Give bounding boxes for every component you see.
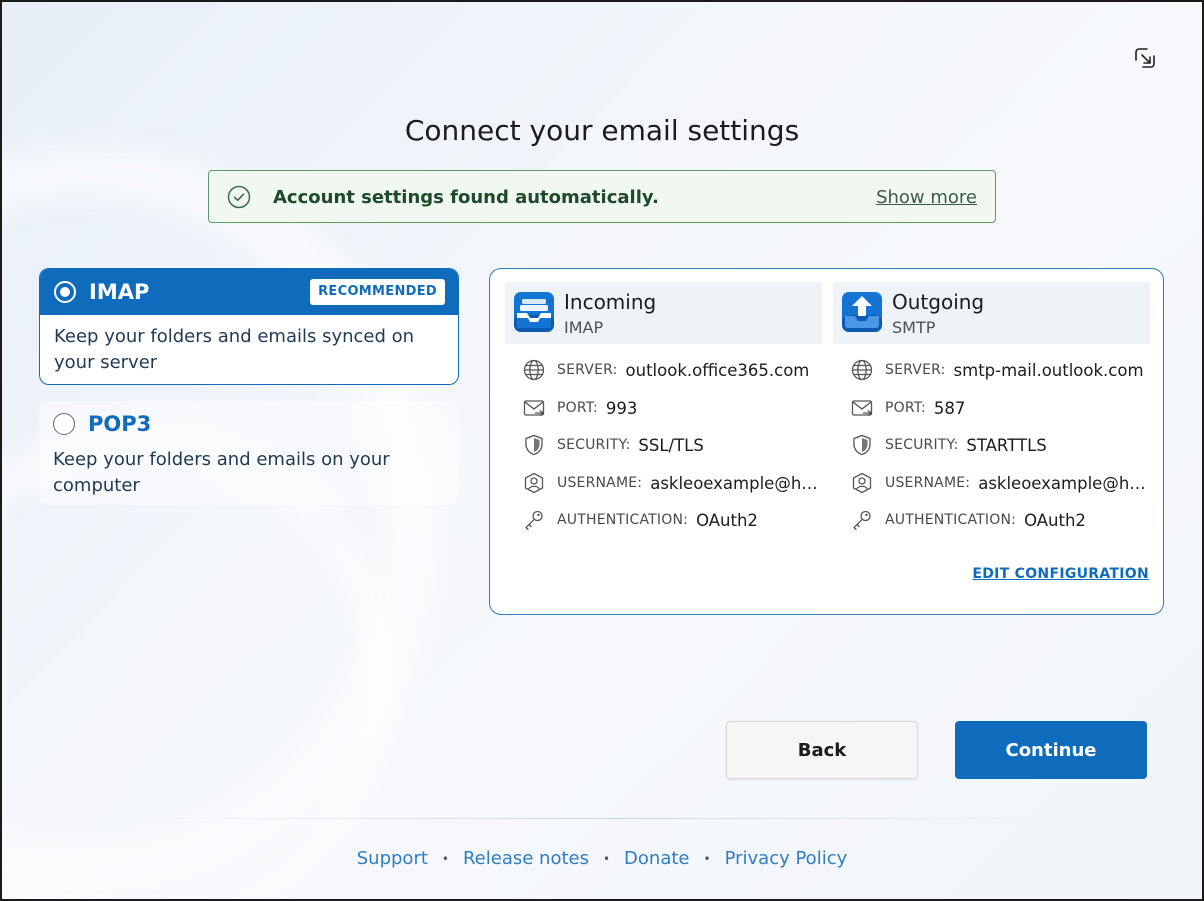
incoming-security-value: SSL/TLS — [638, 435, 704, 455]
imap-option-header: IMAP RECOMMENDED — [40, 269, 458, 315]
key-icon — [525, 510, 543, 531]
footer-separator: • — [602, 851, 611, 866]
release-notes-link[interactable]: Release notes — [463, 848, 589, 869]
banner-message: Account settings found automatically. — [273, 187, 659, 208]
outgoing-protocol: SMTP — [892, 318, 936, 337]
outgoing-username-row: USERNAME: askleoexample@ho... — [851, 471, 1151, 495]
outgoing-server-row: SERVER: smtp-mail.outlook.com — [851, 358, 1151, 382]
user-icon — [524, 472, 544, 494]
user-icon — [852, 472, 872, 494]
outgoing-column: Outgoing SMTP — [833, 282, 1150, 344]
mail-port-icon — [851, 400, 873, 416]
incoming-column: Incoming IMAP — [505, 282, 822, 344]
privacy-policy-link[interactable]: Privacy Policy — [725, 848, 848, 869]
outgoing-title: Outgoing — [892, 290, 985, 314]
server-config-panel: Incoming IMAP SERVER: outlook.office365.… — [489, 268, 1164, 615]
outgoing-security-value: STARTTLS — [966, 435, 1047, 455]
incoming-title: Incoming — [564, 290, 657, 314]
pop3-description: Keep your folders and emails on your com… — [53, 449, 390, 496]
pop3-label: POP3 — [88, 412, 152, 436]
outgoing-auth-value: OAuth2 — [1024, 510, 1086, 530]
show-more-link[interactable]: Show more — [876, 187, 977, 208]
outgoing-security-row: SECURITY: STARTTLS — [851, 433, 1151, 457]
outgoing-upload-icon — [842, 292, 882, 332]
imap-description: Keep your folders and emails synced on y… — [54, 326, 415, 373]
footer-separator: • — [703, 851, 711, 866]
shield-icon — [525, 434, 543, 456]
recommended-badge: RECOMMENDED — [310, 279, 445, 305]
mail-port-icon — [523, 400, 545, 416]
edit-configuration-link[interactable]: EDIT CONFIGURATION — [972, 566, 1149, 582]
outgoing-username-value: askleoexample@ho... — [978, 473, 1151, 493]
incoming-auth-row: AUTHENTICATION: OAuth2 — [523, 508, 823, 532]
settings-found-banner: Account settings found automatically. Sh… — [208, 170, 996, 223]
incoming-header: Incoming IMAP — [505, 282, 822, 344]
incoming-server-value: outlook.office365.com — [625, 360, 810, 380]
footer-separator: • — [441, 851, 449, 866]
imap-option[interactable]: IMAP RECOMMENDED Keep your folders and e… — [39, 268, 459, 385]
pop3-option[interactable]: POP3 Keep your folders and emails on you… — [39, 401, 459, 505]
incoming-auth-value: OAuth2 — [696, 510, 758, 530]
footer-links: Support • Release notes • Donate • Priva… — [2, 848, 1202, 869]
pop3-radio[interactable] — [53, 413, 75, 435]
globe-icon — [523, 359, 545, 381]
shield-icon — [853, 434, 871, 456]
incoming-port-value: 993 — [605, 398, 638, 418]
support-link[interactable]: Support — [357, 848, 428, 869]
donate-link[interactable]: Donate — [624, 848, 689, 869]
check-circle-icon — [227, 185, 251, 209]
outgoing-port-value: 587 — [933, 398, 966, 418]
incoming-username-value: askleoexample@ho... — [650, 473, 823, 493]
footer-divider — [142, 818, 1062, 819]
incoming-username-row: USERNAME: askleoexample@ho... — [523, 471, 823, 495]
outgoing-port-row: PORT: 587 — [851, 396, 1151, 420]
incoming-tray-icon — [514, 292, 554, 332]
page-title: Connect your email settings — [404, 114, 800, 147]
outgoing-auth-row: AUTHENTICATION: OAuth2 — [851, 508, 1151, 532]
key-icon — [853, 510, 871, 531]
incoming-security-row: SECURITY: SSL/TLS — [523, 433, 823, 457]
back-button[interactable]: Back — [726, 721, 918, 779]
imap-radio[interactable] — [54, 281, 76, 303]
incoming-protocol: IMAP — [564, 318, 604, 337]
globe-icon — [851, 359, 873, 381]
resize-icon[interactable] — [1133, 46, 1157, 70]
incoming-port-row: PORT: 993 — [523, 396, 823, 420]
incoming-server-row: SERVER: outlook.office365.com — [523, 358, 823, 382]
setup-window: Connect your email settings Account sett… — [0, 0, 1204, 901]
outgoing-header: Outgoing SMTP — [833, 282, 1150, 344]
pop3-option-header: POP3 — [39, 401, 459, 447]
outgoing-server-value: smtp-mail.outlook.com — [953, 360, 1144, 380]
continue-button[interactable]: Continue — [955, 721, 1147, 779]
imap-label: IMAP — [89, 280, 150, 304]
